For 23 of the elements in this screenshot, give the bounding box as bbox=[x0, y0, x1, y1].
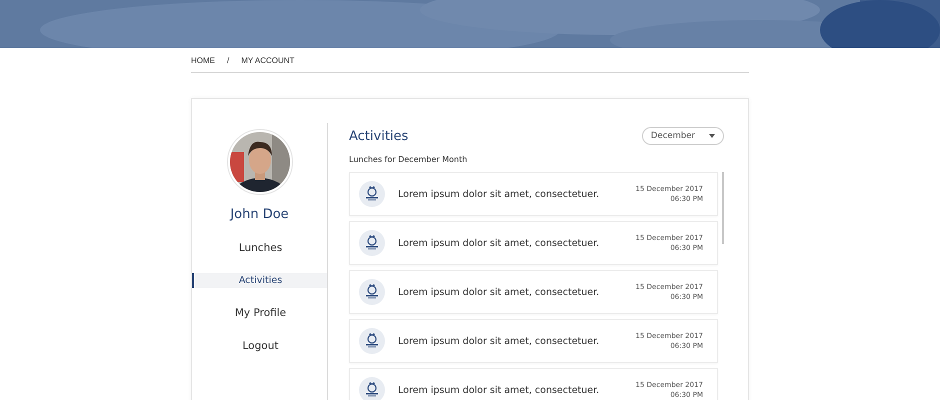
section-subtitle: Lunches for December Month bbox=[349, 155, 468, 164]
menu-item[interactable]: Activities bbox=[192, 273, 327, 288]
crest-icon bbox=[359, 279, 385, 305]
month-dropdown[interactable]: December bbox=[642, 127, 724, 145]
activity-text: Lorem ipsum dolor sit amet, consectetuer. bbox=[398, 188, 600, 200]
crest-icon bbox=[359, 328, 385, 354]
activity-text: Lorem ipsum dolor sit amet, consectetuer. bbox=[398, 286, 600, 298]
menu-item[interactable]: Lunches bbox=[192, 240, 327, 256]
caret-icon bbox=[709, 134, 715, 138]
breadcrumb-link[interactable]: MY ACCOUNT bbox=[241, 56, 294, 65]
section-title: Activities bbox=[349, 128, 408, 144]
activity-text: Lorem ipsum dolor sit amet, consectetuer. bbox=[398, 336, 600, 346]
scrollbar[interactable] bbox=[722, 172, 724, 244]
crest-icon bbox=[359, 181, 385, 207]
breadcrumb-link[interactable]: HOME bbox=[191, 56, 215, 65]
user-name: John Doe bbox=[230, 207, 289, 222]
breadcrumb-separator: / bbox=[227, 56, 230, 65]
activity-text: Lorem ipsum dolor sit amet, consectetuer. bbox=[398, 238, 600, 248]
activity-text: Lorem ipsum dolor sit amet, consectetuer. bbox=[398, 384, 600, 396]
crest-icon bbox=[359, 377, 385, 400]
menu-item[interactable]: My Profile bbox=[192, 305, 327, 321]
crest-icon bbox=[359, 230, 385, 256]
menu-item[interactable]: Logout bbox=[192, 338, 327, 354]
